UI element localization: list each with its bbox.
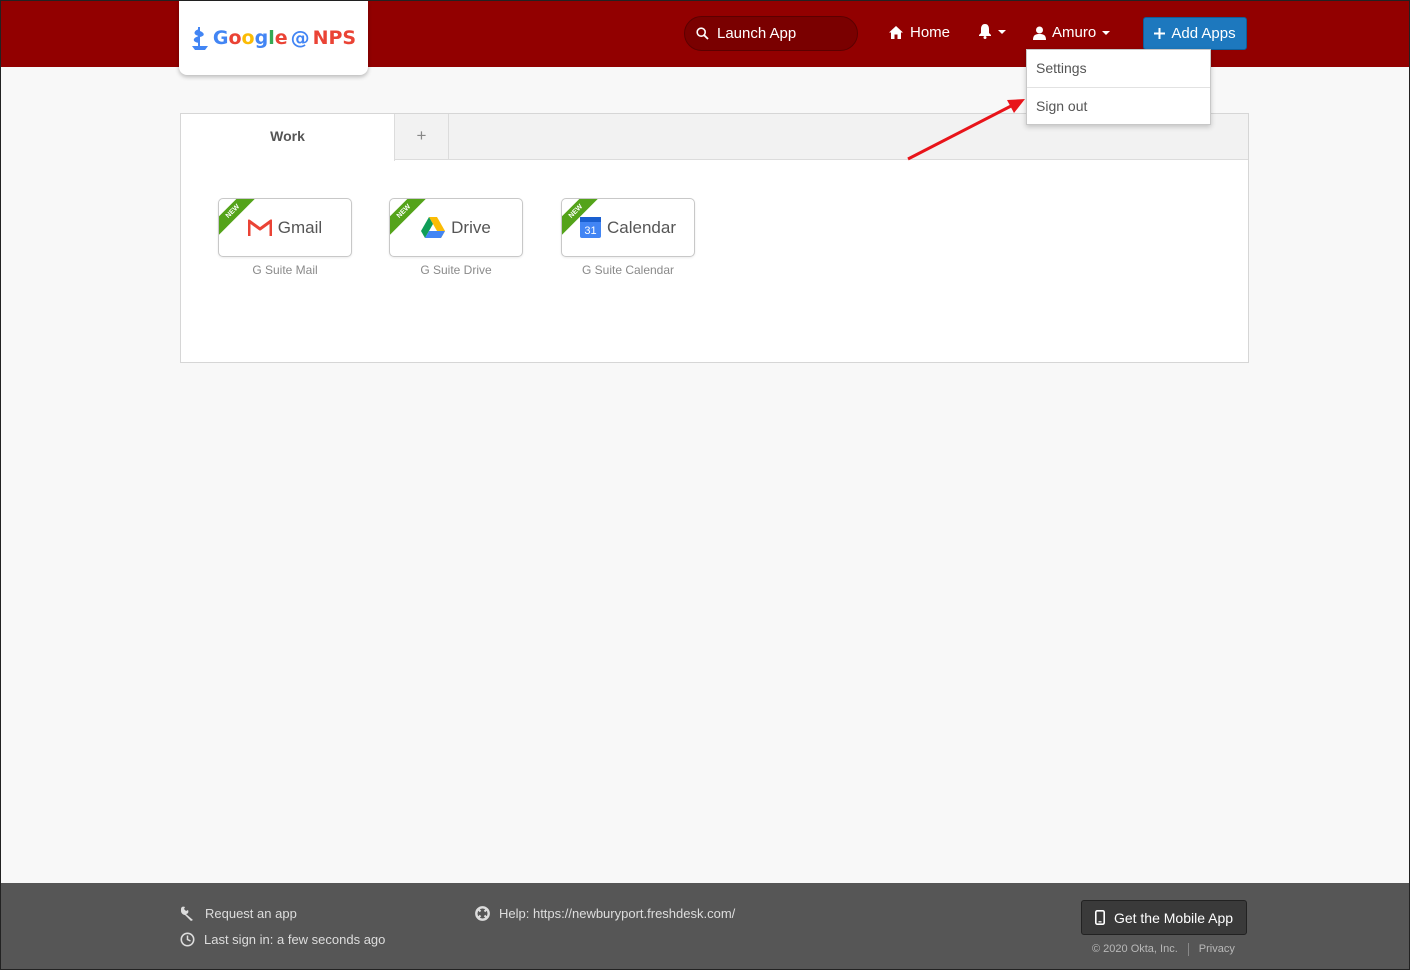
launch-app-search[interactable] xyxy=(684,16,858,51)
app-subtitle: G Suite Drive xyxy=(420,263,492,277)
drive-icon xyxy=(421,217,446,238)
add-tab-button[interactable]: + xyxy=(395,114,449,160)
menu-item-sign-out[interactable]: Sign out xyxy=(1027,87,1210,124)
plus-icon xyxy=(1154,28,1166,39)
app-tile[interactable]: NEW Drive xyxy=(389,198,523,257)
app-subtitle: G Suite Mail xyxy=(252,263,318,277)
app-name: Calendar xyxy=(607,217,676,237)
app-gmail[interactable]: NEW Gmail G Suite Mail xyxy=(218,198,352,277)
app-subtitle: G Suite Calendar xyxy=(581,263,675,277)
launch-app-input[interactable] xyxy=(717,25,847,42)
ship-logo-icon xyxy=(191,27,208,50)
last-sign-in: Last sign in: a few seconds ago xyxy=(180,932,385,947)
page-footer: Request an app Last sign in: a few secon… xyxy=(1,883,1409,969)
app-tile[interactable]: NEW 31 Calendar xyxy=(561,198,695,257)
logo-at: @ xyxy=(290,27,310,49)
chevron-down-icon xyxy=(1102,30,1111,35)
app-tile[interactable]: NEW Gmail xyxy=(218,198,352,257)
app-calendar[interactable]: NEW 31 Calendar G Suite Calendar xyxy=(561,198,695,277)
logo-google-text: Google xyxy=(212,27,288,49)
privacy-link[interactable]: Privacy xyxy=(1199,943,1235,956)
divider xyxy=(1187,943,1189,956)
help-link[interactable]: Help: https://newburyport.freshdesk.com/ xyxy=(475,906,735,921)
home-link[interactable]: Home xyxy=(889,24,950,41)
last-sign-in-label: Last sign in: a few seconds ago xyxy=(204,932,386,947)
logo-org: NPS xyxy=(312,27,357,49)
calendar-icon: 31 xyxy=(580,217,601,238)
wrench-icon xyxy=(181,906,193,921)
clock-icon xyxy=(180,932,195,947)
copyright-text: © 2020 Okta, Inc. xyxy=(1092,943,1178,955)
home-label: Home xyxy=(910,24,951,41)
calendar-icon-day: 31 xyxy=(584,225,596,237)
add-apps-button[interactable]: Add Apps xyxy=(1143,17,1247,50)
bell-icon xyxy=(979,24,991,39)
add-apps-label: Add Apps xyxy=(1171,25,1236,42)
app-dashboard-panel: Work + NEW Gmail G Suite Mail NEW Drive … xyxy=(180,113,1249,363)
copyright-row: © 2020 Okta, Inc. Privacy xyxy=(1092,943,1235,956)
help-label: Help: https://newburyport.freshdesk.com/ xyxy=(499,906,736,921)
app-name: Gmail xyxy=(277,217,323,237)
menu-item-settings[interactable]: Settings xyxy=(1027,50,1210,87)
chevron-down-icon xyxy=(998,29,1006,34)
lifebuoy-icon xyxy=(475,906,490,921)
gmail-icon xyxy=(247,219,272,236)
user-dropdown-menu: Settings Sign out xyxy=(1026,49,1211,125)
app-drive[interactable]: NEW Drive G Suite Drive xyxy=(389,198,523,277)
request-app-link[interactable]: Request an app xyxy=(180,906,297,921)
search-icon xyxy=(696,27,709,40)
request-app-label: Request an app xyxy=(205,906,297,921)
mobile-phone-icon xyxy=(1094,910,1105,925)
annotation-arrow-icon xyxy=(907,99,1025,161)
get-mobile-app-button[interactable]: Get the Mobile App xyxy=(1081,900,1247,935)
app-name: Drive xyxy=(451,217,491,237)
user-name: Amuro xyxy=(1052,24,1097,41)
org-logo[interactable]: Google @ NPS xyxy=(179,1,368,75)
mobile-app-label: Get the Mobile App xyxy=(1113,909,1234,926)
user-menu-toggle[interactable]: Amuro xyxy=(1033,24,1111,41)
user-icon xyxy=(1033,26,1046,40)
notifications-dropdown[interactable] xyxy=(978,24,1006,39)
home-icon xyxy=(889,26,903,39)
tab-work[interactable]: Work xyxy=(181,114,395,161)
